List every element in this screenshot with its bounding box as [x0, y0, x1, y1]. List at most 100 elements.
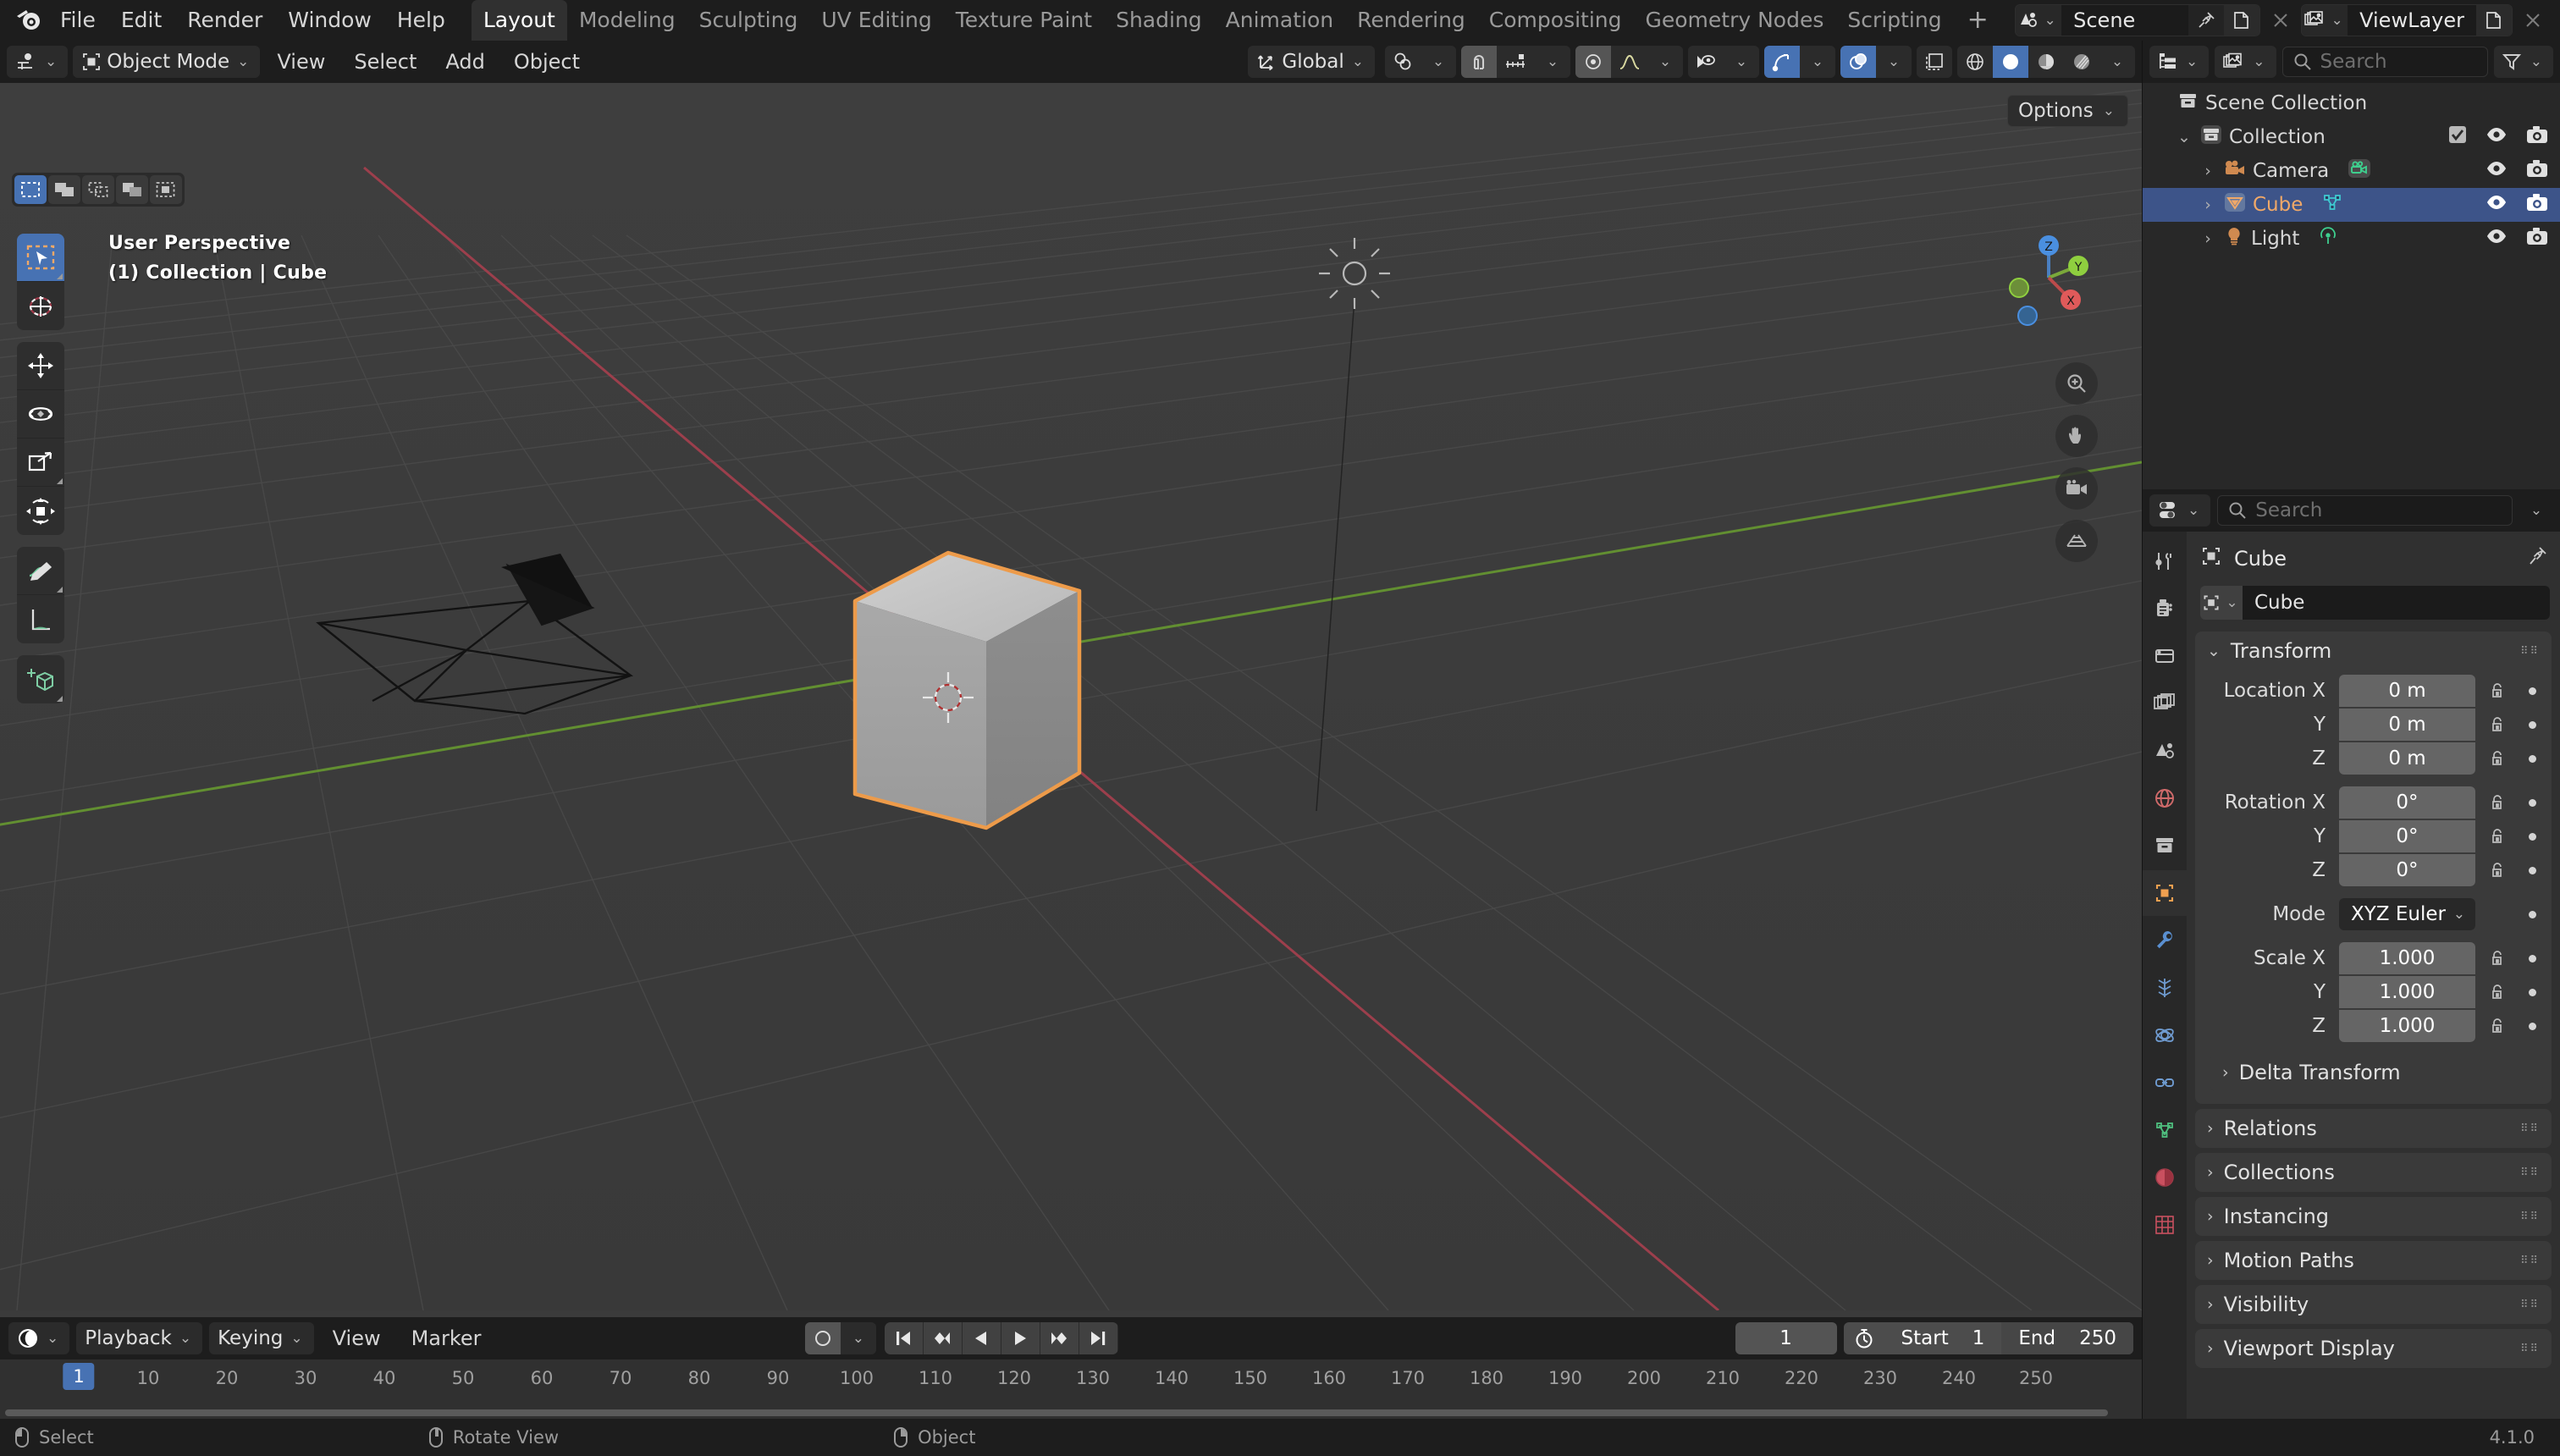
shading-dropdown[interactable]: ⌄ [2099, 46, 2135, 78]
camera-render-icon[interactable] [2526, 227, 2548, 251]
animate-property-icon[interactable] [2521, 798, 2543, 807]
light-data-icon[interactable] [2318, 226, 2338, 251]
tab-rendering[interactable]: Rendering [1345, 0, 1477, 41]
show-overlays-icon[interactable] [1840, 46, 1876, 78]
camera-render-icon[interactable] [2526, 125, 2548, 149]
scale-x-field[interactable]: 1.000 [2339, 942, 2475, 974]
properties-tab-scene[interactable] [2143, 728, 2187, 774]
cursor-tool-icon[interactable] [17, 282, 64, 330]
scale-tool-icon[interactable] [17, 438, 64, 487]
menu-edit[interactable]: Edit [108, 4, 174, 36]
animate-property-icon[interactable] [2521, 754, 2543, 763]
expand-chevron-icon[interactable]: ⌄ [2175, 128, 2193, 146]
camera-data-icon[interactable] [2348, 158, 2371, 184]
timeline-menu-marker[interactable]: Marker [400, 1321, 494, 1355]
scale-z-field[interactable]: 1.000 [2339, 1010, 2475, 1042]
tab-scripting[interactable]: Scripting [1835, 0, 1953, 41]
jump-to-end-button[interactable] [1079, 1322, 1117, 1354]
scene-name[interactable]: Scene [2061, 5, 2189, 36]
outliner-filter-button[interactable]: ⌄ [2493, 46, 2553, 78]
properties-tab-output[interactable] [2143, 633, 2187, 679]
menu-render[interactable]: Render [174, 4, 275, 36]
material-preview-shading-icon[interactable] [2028, 46, 2064, 78]
solid-shading-icon[interactable] [1993, 46, 2028, 78]
location-y-field[interactable]: 0 m [2339, 709, 2475, 741]
falloff-dropdown[interactable]: ⌄ [1647, 46, 1683, 78]
animate-property-icon[interactable] [2521, 687, 2543, 695]
toggle-perspective-icon[interactable] [2055, 520, 2098, 562]
pin-scene-icon[interactable] [2188, 5, 2224, 36]
timeline-scrollbar[interactable] [5, 1409, 2108, 1416]
transform-tool-icon[interactable] [17, 487, 64, 535]
panel-instancing[interactable]: › Instancing ⠿⠿ [2195, 1197, 2552, 1236]
tab-texture-paint[interactable]: Texture Paint [944, 0, 1104, 41]
properties-tab-particles[interactable] [2143, 965, 2187, 1011]
move-tool-icon[interactable] [17, 342, 64, 390]
camera-view-icon[interactable] [2055, 467, 2098, 510]
current-frame-field[interactable]: 1 [1735, 1322, 1837, 1354]
navigation-gizmo[interactable]: Z Y X [1998, 227, 2099, 328]
camera-render-icon[interactable] [2526, 159, 2548, 183]
add-workspace-button[interactable]: + [1954, 2, 2002, 39]
wireframe-shading-icon[interactable] [1957, 46, 1993, 78]
mode-selector[interactable]: Object Mode ⌄ [73, 46, 261, 78]
lock-icon[interactable] [2484, 681, 2513, 700]
panel-grip-icon[interactable]: ⠿⠿ [2520, 1123, 2540, 1134]
stopwatch-icon[interactable] [1844, 1322, 1884, 1354]
select-subtract-mode[interactable] [82, 175, 114, 204]
rotation-z-field[interactable]: 0° [2339, 854, 2475, 886]
object-name-value[interactable]: Cube [2243, 586, 2550, 620]
viewlayer-icon[interactable]: ⌄ [2302, 5, 2348, 36]
properties-tab-viewlayer[interactable] [2143, 681, 2187, 726]
transform-orientation-selector[interactable]: Global ⌄ [1248, 46, 1375, 78]
transform-panel-header[interactable]: ⌄ Transform ⠿⠿ [2195, 631, 2552, 670]
visibility-dropdown[interactable]: ⌄ [1724, 46, 1759, 78]
eye-icon[interactable] [2486, 126, 2508, 148]
viewport-menu-view[interactable]: View [265, 45, 337, 79]
expand-chevron-icon[interactable]: › [2207, 1295, 2214, 1314]
object-visibility-icon[interactable] [1688, 46, 1724, 78]
outliner-row-collection[interactable]: ⌄ Collection [2143, 120, 2560, 154]
start-frame-field[interactable]: Start 1 [1884, 1322, 2002, 1354]
menu-file[interactable]: File [47, 4, 108, 36]
panel-motion-paths[interactable]: › Motion Paths ⠿⠿ [2195, 1241, 2552, 1280]
new-viewlayer-icon[interactable] [2476, 5, 2512, 36]
properties-tab-world[interactable] [2143, 775, 2187, 821]
rotation-mode-dropdown[interactable]: XYZ Euler ⌄ [2339, 898, 2475, 930]
snap-dropdown[interactable]: ⌄ [1535, 46, 1570, 78]
outliner-search-input[interactable]: Search [2281, 47, 2488, 77]
expand-chevron-icon[interactable]: › [2207, 1119, 2214, 1138]
move-view-icon[interactable] [2055, 415, 2098, 457]
camera-render-icon[interactable] [2526, 193, 2548, 217]
viewport-menu-select[interactable]: Select [342, 45, 428, 79]
panel-collections[interactable]: › Collections ⠿⠿ [2195, 1153, 2552, 1192]
eye-icon[interactable] [2486, 194, 2508, 216]
unlink-scene-icon[interactable] [2264, 4, 2298, 36]
tab-animation[interactable]: Animation [1214, 0, 1345, 41]
add-cube-tool-icon[interactable] [17, 655, 64, 703]
panel-grip-icon[interactable]: ⠿⠿ [2520, 1343, 2540, 1354]
menu-help[interactable]: Help [384, 4, 458, 36]
timeline-playhead[interactable]: 1 [63, 1363, 95, 1390]
select-invert-mode[interactable] [116, 175, 148, 204]
properties-search-input[interactable]: Search [2217, 495, 2513, 526]
animate-property-icon[interactable] [2521, 832, 2543, 841]
properties-tab-texture[interactable] [2143, 1202, 2187, 1248]
viewlayer-name[interactable]: ViewLayer [2348, 5, 2476, 36]
outliner-display-mode-button[interactable]: ⌄ [2215, 46, 2276, 78]
tweak-tool-icon[interactable] [17, 234, 64, 282]
animate-property-icon[interactable] [2521, 866, 2543, 874]
previous-keyframe-button[interactable] [923, 1322, 962, 1354]
eye-icon[interactable] [2486, 160, 2508, 182]
checkbox-icon[interactable] [2448, 125, 2467, 149]
timeline-menu-keying[interactable]: Keying ⌄ [209, 1322, 314, 1354]
collapse-chevron-icon[interactable]: ⌄ [2207, 642, 2221, 660]
properties-tab-collection[interactable] [2143, 823, 2187, 869]
properties-editor-type-button[interactable]: ⌄ [2149, 494, 2211, 527]
snap-toggle-icon[interactable] [1461, 46, 1497, 78]
tab-sculpting[interactable]: Sculpting [687, 0, 810, 41]
tab-layout[interactable]: Layout [471, 0, 567, 41]
animate-property-icon[interactable] [2521, 910, 2543, 918]
play-button[interactable] [1001, 1322, 1040, 1354]
auto-keying-icon[interactable] [804, 1322, 841, 1354]
